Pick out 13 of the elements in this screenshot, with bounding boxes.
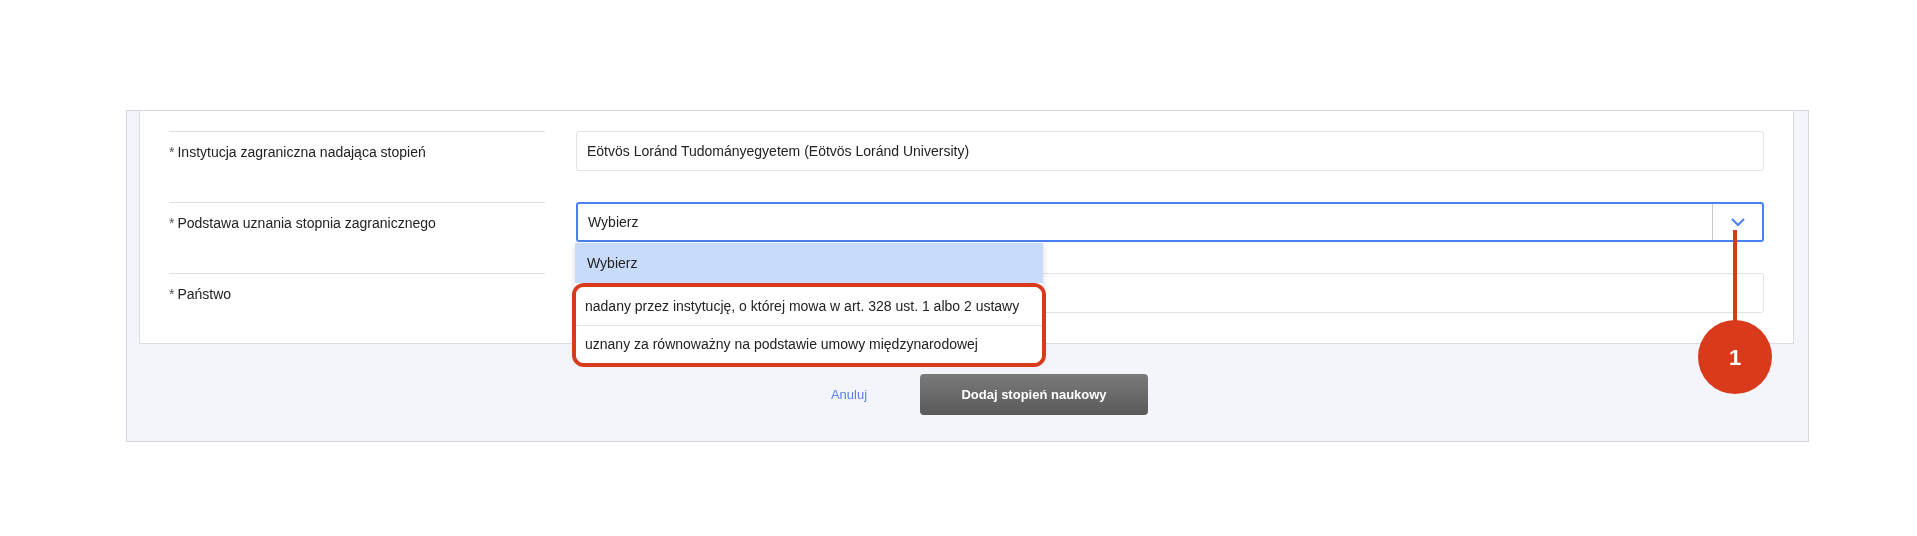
field-label: Instytucja zagraniczna nadająca stopień — [177, 142, 426, 162]
chevron-down-icon — [1730, 217, 1745, 227]
required-mark: * — [169, 284, 175, 304]
required-mark: * — [169, 142, 175, 162]
input-field[interactable]: Eötvös Loránd Tudományegyetem (Eötvös Loránd University) — [576, 131, 1764, 171]
required-mark: * — [169, 213, 175, 233]
dropdown-option[interactable]: Wybierz — [575, 243, 1043, 283]
dropdown-option[interactable]: uznany za równoważny na podstawie umowy międzynarodowej — [576, 325, 1042, 363]
field-label: Państwo — [177, 284, 232, 304]
select-value: Wybierz — [587, 212, 640, 232]
submit-button[interactable]: Dodaj stopień naukowy — [920, 374, 1148, 415]
field-label: Podstawa uznania stopnia zagranicznego — [177, 213, 436, 233]
select-field[interactable]: Wybierz — [576, 202, 1764, 242]
